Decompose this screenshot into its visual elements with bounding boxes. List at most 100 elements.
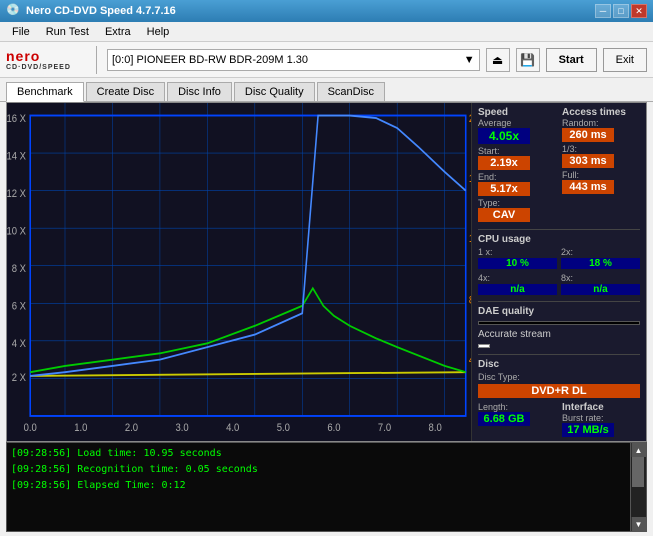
end-label: End: bbox=[478, 172, 556, 182]
toolbar: nero CD·DVD/SPEED [0:0] PIONEER BD-RW BD… bbox=[0, 42, 653, 78]
svg-text:20: 20 bbox=[469, 113, 471, 125]
tab-benchmark[interactable]: Benchmark bbox=[6, 82, 84, 102]
svg-text:12: 12 bbox=[469, 233, 471, 245]
type-label: Type: bbox=[478, 198, 556, 208]
dae-quality-bar bbox=[478, 321, 640, 325]
disc-length-label: Length: bbox=[478, 402, 556, 412]
menu-help[interactable]: Help bbox=[139, 24, 178, 40]
burst-label: Burst rate: bbox=[562, 413, 640, 423]
maximize-button[interactable]: □ bbox=[613, 4, 629, 18]
burst-value: 17 MB/s bbox=[562, 423, 614, 437]
log-content: [09:28:56] Load time: 10.95 seconds [09:… bbox=[7, 443, 630, 531]
title-bar-left: 💿 Nero CD-DVD Speed 4.7.7.16 bbox=[6, 3, 176, 19]
svg-text:2 X: 2 X bbox=[12, 372, 26, 384]
tab-scan-disc[interactable]: ScanDisc bbox=[317, 82, 385, 101]
svg-text:16 X: 16 X bbox=[7, 113, 26, 125]
scroll-track bbox=[631, 457, 646, 517]
title-text: Nero CD-DVD Speed 4.7.7.16 bbox=[26, 5, 176, 17]
interface-label: Interface bbox=[562, 402, 640, 413]
svg-text:4 X: 4 X bbox=[12, 338, 26, 350]
svg-text:8 X: 8 X bbox=[12, 263, 26, 275]
log-line-0: [09:28:56] Load time: 10.95 seconds bbox=[11, 446, 626, 462]
full-label: Full: bbox=[562, 170, 640, 180]
svg-text:10 X: 10 X bbox=[7, 226, 26, 238]
end-value: 5.17x bbox=[478, 182, 530, 196]
title-buttons: ─ □ ✕ bbox=[595, 4, 647, 18]
svg-text:4: 4 bbox=[469, 355, 471, 367]
cpu-8x-value: n/a bbox=[561, 284, 640, 295]
save-button[interactable]: 💾 bbox=[516, 48, 540, 72]
log-line-1: [09:28:56] Recognition time: 0.05 second… bbox=[11, 462, 626, 478]
start-value: 2.19x bbox=[478, 156, 530, 170]
tab-create-disc[interactable]: Create Disc bbox=[86, 82, 165, 101]
cpu-4x-value: n/a bbox=[478, 284, 557, 295]
svg-text:2.0: 2.0 bbox=[125, 422, 138, 434]
disc-type-value: DVD+R DL bbox=[478, 384, 640, 398]
svg-text:8.0: 8.0 bbox=[429, 422, 442, 434]
random-label: Random: bbox=[562, 118, 640, 128]
average-label: Average bbox=[478, 118, 556, 128]
stats-panel: Speed Average 4.05x Start: 2.19x End: 5.… bbox=[471, 103, 646, 441]
svg-text:0.0: 0.0 bbox=[24, 422, 37, 434]
tabs: Benchmark Create Disc Disc Info Disc Qua… bbox=[0, 78, 653, 102]
accurate-stream-checkbox[interactable] bbox=[478, 344, 490, 348]
start-button[interactable]: Start bbox=[546, 48, 597, 72]
log-line-2: [09:28:56] Elapsed Time: 0:12 bbox=[11, 478, 626, 494]
menu-bar: File Run Test Extra Help bbox=[0, 22, 653, 42]
average-value: 4.05x bbox=[478, 128, 530, 144]
dae-quality-label: DAE quality bbox=[478, 306, 640, 317]
svg-text:1.0: 1.0 bbox=[74, 422, 87, 434]
close-button[interactable]: ✕ bbox=[631, 4, 647, 18]
drive-label: [0:0] PIONEER BD-RW BDR-209M 1.30 bbox=[112, 54, 308, 66]
cpu-1x-label: 1 x: bbox=[478, 247, 557, 257]
svg-text:4.0: 4.0 bbox=[226, 422, 239, 434]
svg-text:12 X: 12 X bbox=[7, 188, 26, 200]
speed-label: Speed bbox=[478, 107, 556, 118]
one-third-value: 303 ms bbox=[562, 154, 614, 168]
scroll-down-button[interactable]: ▼ bbox=[632, 517, 646, 531]
svg-text:14 X: 14 X bbox=[7, 151, 26, 163]
start-label: Start: bbox=[478, 146, 556, 156]
scroll-up-button[interactable]: ▲ bbox=[632, 443, 646, 457]
svg-text:6.0: 6.0 bbox=[327, 422, 340, 434]
chart-svg: 16 X 14 X 12 X 10 X 8 X 6 X 4 X 2 X 0.0 … bbox=[7, 103, 471, 441]
log-scrollbar[interactable]: ▲ ▼ bbox=[630, 443, 646, 531]
svg-text:16: 16 bbox=[469, 173, 471, 185]
title-bar: 💿 Nero CD-DVD Speed 4.7.7.16 ─ □ ✕ bbox=[0, 0, 653, 22]
menu-run-test[interactable]: Run Test bbox=[38, 24, 97, 40]
cpu-8x-label: 8x: bbox=[561, 273, 640, 283]
cpu-4x-label: 4x: bbox=[478, 273, 557, 283]
main-content: 16 X 14 X 12 X 10 X 8 X 6 X 4 X 2 X 0.0 … bbox=[6, 102, 647, 442]
type-value: CAV bbox=[478, 208, 530, 222]
cpu-2x-label: 2x: bbox=[561, 247, 640, 257]
logo-bottom: CD·DVD/SPEED bbox=[6, 64, 71, 71]
menu-file[interactable]: File bbox=[4, 24, 38, 40]
tab-disc-info[interactable]: Disc Info bbox=[167, 82, 232, 101]
tab-disc-quality[interactable]: Disc Quality bbox=[234, 82, 315, 101]
logo-top: nero bbox=[6, 48, 40, 64]
full-value: 443 ms bbox=[562, 180, 614, 194]
exit-button[interactable]: Exit bbox=[603, 48, 647, 72]
svg-text:6 X: 6 X bbox=[12, 301, 26, 313]
drive-selector[interactable]: [0:0] PIONEER BD-RW BDR-209M 1.30 ▼ bbox=[107, 49, 480, 71]
eject-button[interactable]: ⏏ bbox=[486, 48, 510, 72]
chart-area: 16 X 14 X 12 X 10 X 8 X 6 X 4 X 2 X 0.0 … bbox=[7, 103, 471, 441]
nero-logo: nero CD·DVD/SPEED bbox=[6, 45, 86, 75]
random-value: 260 ms bbox=[562, 128, 614, 142]
svg-text:8: 8 bbox=[469, 295, 471, 307]
log-area: [09:28:56] Load time: 10.95 seconds [09:… bbox=[6, 442, 647, 532]
cpu-2x-value: 18 % bbox=[561, 258, 640, 269]
svg-text:5.0: 5.0 bbox=[277, 422, 290, 434]
minimize-button[interactable]: ─ bbox=[595, 4, 611, 18]
cpu-usage-label: CPU usage bbox=[478, 234, 640, 245]
access-times-label: Access times bbox=[562, 107, 640, 118]
accurate-stream-label: Accurate stream bbox=[478, 329, 640, 340]
one-third-label: 1/3: bbox=[562, 144, 640, 154]
svg-text:3.0: 3.0 bbox=[175, 422, 188, 434]
disc-type-label: Disc Type: bbox=[478, 372, 640, 382]
disc-length-value: 6.68 GB bbox=[478, 412, 530, 426]
scroll-thumb[interactable] bbox=[632, 457, 644, 487]
menu-extra[interactable]: Extra bbox=[97, 24, 139, 40]
cpu-1x-value: 10 % bbox=[478, 258, 557, 269]
svg-text:7.0: 7.0 bbox=[378, 422, 391, 434]
